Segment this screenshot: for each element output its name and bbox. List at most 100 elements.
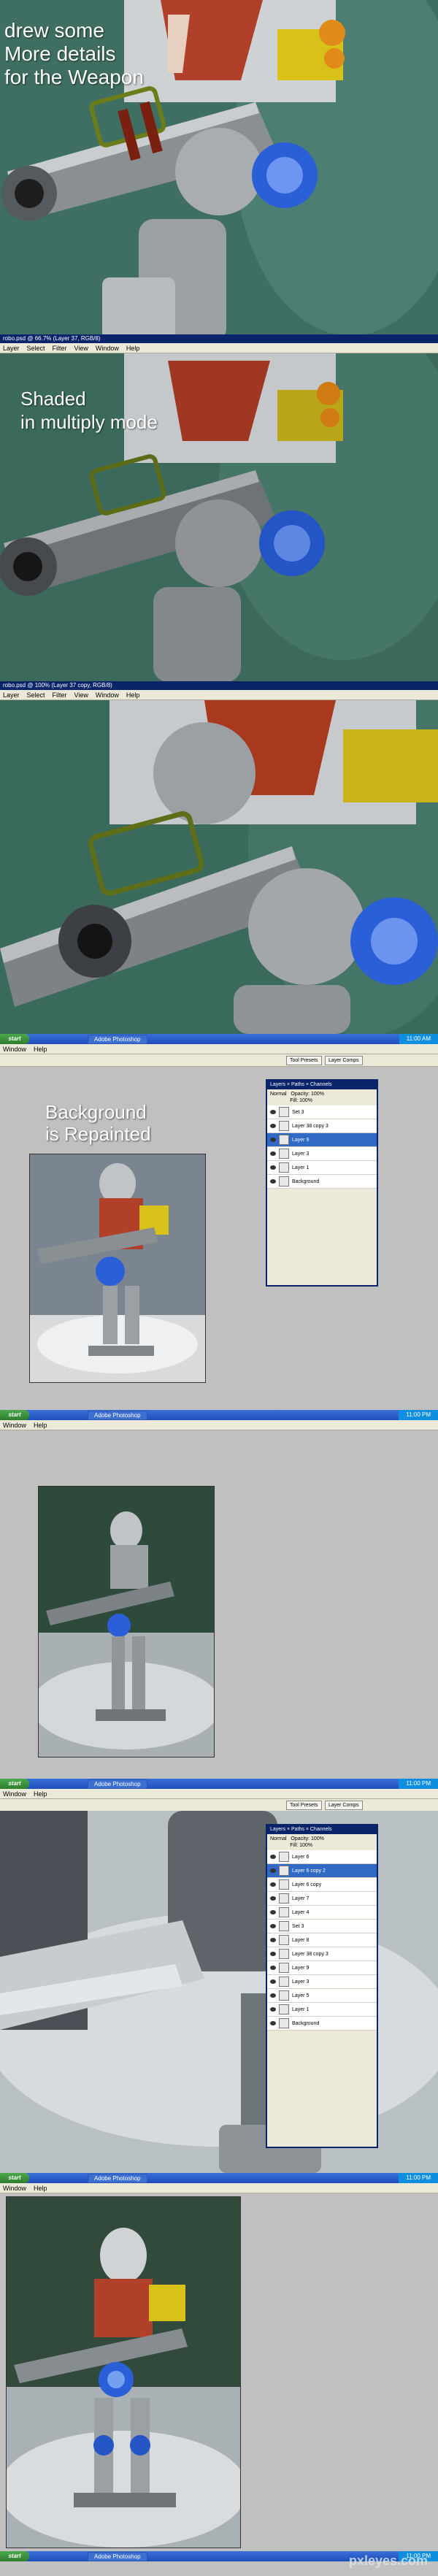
- blend-mode-select[interactable]: Normal: [270, 1092, 287, 1097]
- visibility-eye-icon[interactable]: [270, 1952, 276, 1956]
- menu-layer[interactable]: Layer: [3, 343, 20, 353]
- windows-taskbar: start Adobe Photoshop 11:00 PM: [0, 1779, 438, 1789]
- layer-name: Set 3: [292, 1109, 304, 1115]
- visibility-eye-icon[interactable]: [270, 1966, 276, 1970]
- layer-row[interactable]: Layer 6 copy: [267, 1878, 377, 1892]
- visibility-eye-icon[interactable]: [270, 1924, 276, 1928]
- visibility-eye-icon[interactable]: [270, 1896, 276, 1901]
- visibility-eye-icon[interactable]: [270, 2007, 276, 2012]
- tool-presets-button[interactable]: Tool Presets: [286, 1801, 322, 1810]
- layer-name: Layer 38 copy 3: [292, 1123, 328, 1129]
- document-title-bar: robo.psd @ 66.7% (Layer 37, RGB/8): [0, 334, 438, 343]
- menu-help[interactable]: Help: [34, 1044, 47, 1054]
- taskbar-photoshop[interactable]: Adobe Photoshop: [88, 1034, 147, 1044]
- layer-row[interactable]: Layer 1: [267, 1161, 377, 1175]
- layer-comps-button[interactable]: Layer Comps: [325, 1801, 363, 1810]
- options-toolbar: Tool Presets Layer Comps: [0, 1799, 438, 1812]
- layer-comps-button[interactable]: Layer Comps: [325, 1056, 363, 1065]
- layer-row[interactable]: Layer 38 copy 3: [267, 1119, 377, 1133]
- layer-thumbnail: [279, 1990, 289, 2001]
- blend-mode-select[interactable]: Normal: [270, 1836, 287, 1841]
- visibility-eye-icon[interactable]: [270, 1938, 276, 1942]
- layer-row[interactable]: Layer 3: [267, 1975, 377, 1989]
- layer-name: Background: [292, 1178, 320, 1184]
- layer-row[interactable]: Layer 9: [267, 1133, 377, 1147]
- windows-taskbar: start Adobe Photoshop 11:00 PM: [0, 1410, 438, 1420]
- taskbar-photoshop[interactable]: Adobe Photoshop: [88, 1779, 147, 1789]
- menu-window[interactable]: Window: [3, 1789, 26, 1798]
- visibility-eye-icon[interactable]: [270, 1993, 276, 1998]
- layer-row[interactable]: Layer 9: [267, 1961, 377, 1975]
- layer-row[interactable]: Set 3: [267, 1920, 377, 1933]
- menu-help[interactable]: Help: [34, 1789, 47, 1798]
- menu-window[interactable]: Window: [3, 2183, 26, 2193]
- opacity-field[interactable]: Opacity: 100%: [291, 1836, 324, 1841]
- document-canvas[interactable]: [29, 1154, 206, 1383]
- layer-row[interactable]: Background: [267, 1175, 377, 1189]
- layer-row[interactable]: Layer 8: [267, 1933, 377, 1947]
- menu-layer[interactable]: Layer: [3, 690, 20, 699]
- fill-field[interactable]: Fill: 100%: [290, 1098, 312, 1103]
- document-canvas[interactable]: [6, 2196, 241, 2548]
- menu-select[interactable]: Select: [27, 690, 45, 699]
- visibility-eye-icon[interactable]: [270, 1165, 276, 1170]
- layer-row[interactable]: Layer 3: [267, 1147, 377, 1161]
- fill-field[interactable]: Fill: 100%: [290, 1843, 312, 1848]
- menu-help[interactable]: Help: [126, 690, 140, 699]
- menu-window[interactable]: Window: [96, 343, 119, 353]
- menu-view[interactable]: View: [74, 343, 88, 353]
- layer-row[interactable]: Layer 6: [267, 1850, 377, 1864]
- photoshop-menu-bar: Window Help: [0, 1044, 438, 1054]
- visibility-eye-icon[interactable]: [270, 1882, 276, 1887]
- layer-row[interactable]: Layer 38 copy 3: [267, 1947, 377, 1961]
- menu-help[interactable]: Help: [126, 343, 140, 353]
- visibility-eye-icon[interactable]: [270, 1179, 276, 1184]
- document-canvas[interactable]: [38, 1486, 215, 1757]
- layers-palette-tabs[interactable]: Layers × Paths × Channels: [267, 1081, 377, 1089]
- menu-filter[interactable]: Filter: [53, 690, 67, 699]
- taskbar-photoshop[interactable]: Adobe Photoshop: [88, 1410, 147, 1420]
- menu-view[interactable]: View: [74, 690, 88, 699]
- layer-row[interactable]: Layer 1: [267, 2003, 377, 2017]
- panel-final-painting: Window Help start Adobe Photoshop 11:00 …: [0, 2183, 438, 2576]
- caption-weapon-details: drew some More details for the Weapon: [4, 19, 144, 89]
- layer-name: Background: [292, 2020, 320, 2026]
- start-button[interactable]: start: [0, 2173, 29, 2183]
- layer-row[interactable]: Background: [267, 2017, 377, 2031]
- layer-row[interactable]: Layer 4: [267, 1906, 377, 1920]
- menu-window[interactable]: Window: [96, 690, 119, 699]
- layer-thumbnail: [279, 2004, 289, 2015]
- menu-select[interactable]: Select: [27, 343, 45, 353]
- visibility-eye-icon[interactable]: [270, 1979, 276, 1984]
- menu-window[interactable]: Window: [3, 1044, 26, 1054]
- visibility-eye-icon[interactable]: [270, 1110, 276, 1114]
- taskbar-photoshop[interactable]: Adobe Photoshop: [88, 2551, 147, 2561]
- layer-thumbnail: [279, 1977, 289, 1987]
- layer-row[interactable]: Layer 7: [267, 1892, 377, 1906]
- layer-name: Layer 3: [292, 1979, 310, 1985]
- visibility-eye-icon[interactable]: [270, 1868, 276, 1873]
- visibility-eye-icon[interactable]: [270, 1151, 276, 1156]
- layer-row[interactable]: Set 3: [267, 1105, 377, 1119]
- menu-window[interactable]: Window: [3, 1420, 26, 1430]
- menu-help[interactable]: Help: [34, 1420, 47, 1430]
- layer-row[interactable]: Layer 5: [267, 1989, 377, 2003]
- tool-presets-button[interactable]: Tool Presets: [286, 1056, 322, 1065]
- visibility-eye-icon[interactable]: [270, 1855, 276, 1859]
- windows-taskbar: start Adobe Photoshop 11:00 AM: [0, 1034, 438, 1044]
- visibility-eye-icon[interactable]: [270, 1910, 276, 1914]
- visibility-eye-icon[interactable]: [270, 1124, 276, 1128]
- opacity-field[interactable]: Opacity: 100%: [291, 1092, 324, 1097]
- start-button[interactable]: start: [0, 1034, 29, 1044]
- visibility-eye-icon[interactable]: [270, 2021, 276, 2025]
- menu-filter[interactable]: Filter: [53, 343, 67, 353]
- start-button[interactable]: start: [0, 1410, 29, 1420]
- layers-palette-tabs[interactable]: Layers × Paths × Channels: [267, 1825, 377, 1834]
- start-button[interactable]: start: [0, 1779, 29, 1789]
- layer-row[interactable]: Layer 6 copy 2: [267, 1864, 377, 1878]
- visibility-eye-icon[interactable]: [270, 1138, 276, 1142]
- caption-background-repainted: Background is Repainted: [45, 1101, 151, 1145]
- taskbar-photoshop[interactable]: Adobe Photoshop: [88, 2173, 147, 2183]
- menu-help[interactable]: Help: [34, 2183, 47, 2193]
- start-button[interactable]: start: [0, 2551, 29, 2561]
